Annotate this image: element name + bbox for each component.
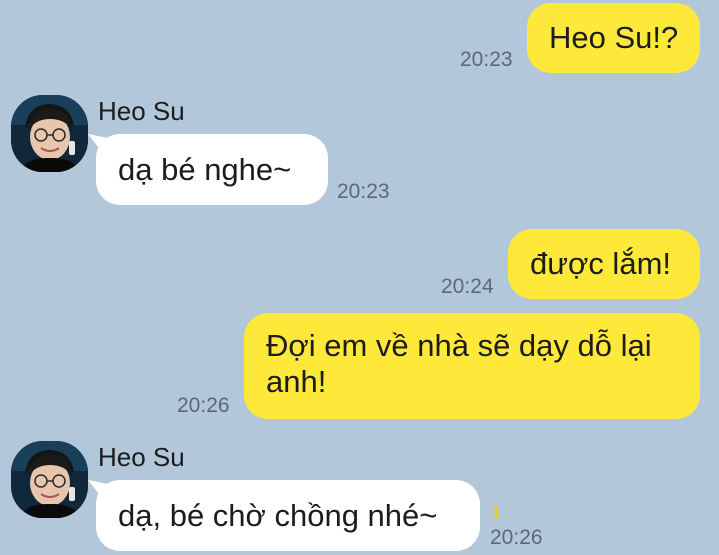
message-time: 20:26 (490, 526, 543, 549)
message-time: 20:26 (177, 394, 230, 417)
message-time: 20:23 (337, 180, 390, 203)
avatar-photo-icon (11, 95, 88, 172)
message-bubble-sent[interactable]: Đợi em về nhà sẽ dạy dỗ lại anh! (244, 313, 700, 419)
chat-thread: 20:23 Heo Su!? Heo Su dạ bé nghe~ 20:23 … (0, 0, 719, 555)
message-bubble-sent[interactable]: được lắm! (508, 229, 700, 299)
message-bubble-received[interactable]: dạ bé nghe~ (96, 134, 328, 205)
message-bubble-sent[interactable]: Heo Su!? (527, 3, 700, 73)
contact-avatar[interactable] (11, 95, 88, 172)
message-time: 20:23 (460, 48, 513, 71)
sender-name: Heo Su (98, 442, 185, 472)
contact-avatar[interactable] (11, 441, 88, 518)
avatar-photo-icon (11, 441, 88, 518)
unread-count-badge: 1 (491, 502, 502, 522)
message-time: 20:24 (441, 275, 494, 298)
message-bubble-received[interactable]: dạ, bé chờ chồng nhé~ (96, 480, 480, 551)
sender-name: Heo Su (98, 96, 185, 126)
